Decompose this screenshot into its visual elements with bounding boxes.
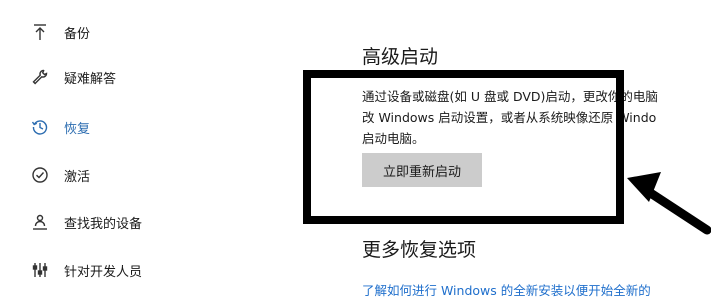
more-recovery-title: 更多恢复选项 — [362, 239, 477, 261]
clean-install-link[interactable]: 了解如何进行 Windows 的全新安装以便开始全新的 — [362, 280, 651, 299]
history-icon — [30, 117, 50, 137]
sidebar-item-backup[interactable]: 备份 — [30, 18, 90, 46]
sidebar-item-label: 针对开发人员 — [64, 264, 143, 280]
description-line: 改 Windows 启动设置，或者从系统映像还原 Windo — [362, 110, 657, 125]
description-line: 启动电脑。 — [362, 131, 425, 146]
check-circle-icon — [30, 165, 50, 185]
person-pin-icon — [30, 212, 50, 232]
sidebar-item-label: 查找我的设备 — [64, 216, 143, 232]
restart-now-button[interactable]: 立即重新启动 — [362, 153, 482, 187]
sidebar-item-label: 疑难解答 — [64, 71, 117, 87]
sidebar-item-troubleshoot[interactable]: 疑难解答 — [30, 63, 116, 91]
settings-sidebar: 备份 疑难解答 恢复 激活 查找我的设备 针对开发人员 — [0, 0, 300, 304]
wrench-icon — [30, 67, 50, 87]
sidebar-item-recovery[interactable]: 恢复 — [30, 113, 90, 141]
sidebar-item-for-developers[interactable]: 针对开发人员 — [30, 256, 142, 284]
sidebar-item-activation[interactable]: 激活 — [30, 161, 90, 189]
advanced-startup-title: 高级启动 — [362, 46, 439, 68]
advanced-startup-description: 通过设备或磁盘(如 U 盘或 DVD)启动，更改你的电脑 改 Windows 启… — [362, 86, 711, 149]
description-line: 通过设备或磁盘(如 U 盘或 DVD)启动，更改你的电脑 — [362, 89, 658, 104]
sidebar-item-find-my-device[interactable]: 查找我的设备 — [30, 208, 142, 236]
developer-tools-icon — [30, 260, 50, 280]
sidebar-item-label: 恢复 — [64, 121, 91, 137]
sidebar-item-label: 备份 — [64, 26, 91, 42]
sidebar-item-label: 激活 — [64, 169, 91, 185]
upload-arrow-icon — [30, 22, 50, 42]
annotation-arrow-icon — [627, 172, 711, 235]
